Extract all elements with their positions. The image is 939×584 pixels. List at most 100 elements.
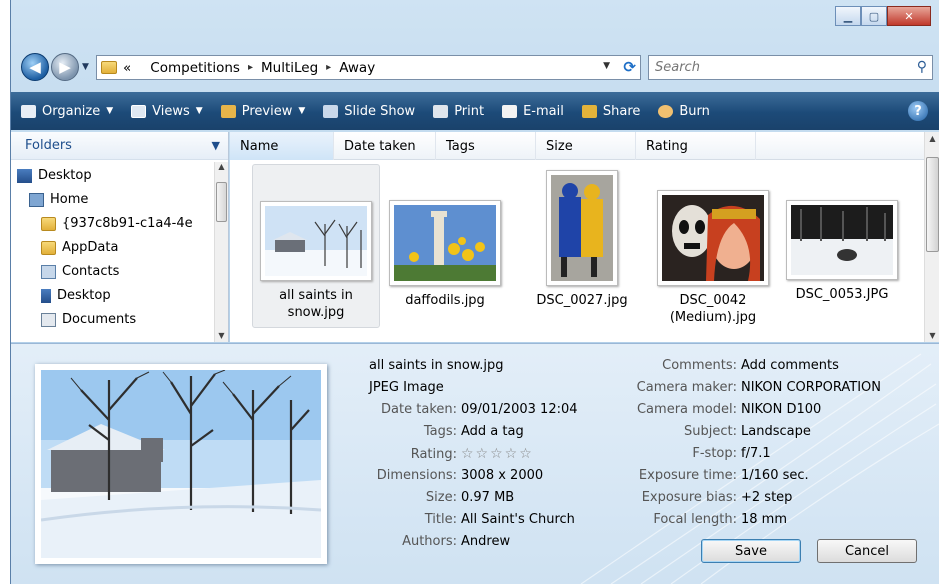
prop-rating[interactable]: Rating: ☆☆☆☆☆ [341,446,534,462]
prop-comments[interactable]: Comments: Add comments [607,358,839,373]
scroll-up-icon[interactable]: ▲ [925,134,939,143]
prop-authors[interactable]: Authors: Andrew [341,534,510,549]
breadcrumb-away[interactable]: Away [339,60,375,76]
file-item[interactable]: daffodils.jpg [385,164,505,309]
rating-stars[interactable]: ☆☆☆☆☆ [461,446,534,462]
chevron-down-icon: ▼ [298,106,306,116]
back-arrow-icon[interactable]: ◀ [21,53,49,81]
slide-show-button[interactable]: Slide Show [323,104,415,119]
file-scroll-thumb[interactable] [926,157,939,252]
address-bar[interactable]: « ▸ Competitions ▸ MultiLeg ▸ Away ▼ ⟳ [96,55,641,80]
cancel-button[interactable]: Cancel [817,539,917,563]
prop-date-taken[interactable]: Date taken: 09/01/2003 12:04 [341,402,578,417]
prop-value[interactable]: Add comments [741,358,839,373]
address-dropdown-icon[interactable]: ▼ [603,61,610,71]
email-button[interactable]: E-mail [502,104,564,119]
organize-button[interactable]: Organize ▼ [21,104,113,119]
search-icon[interactable]: ⚲ [917,59,927,75]
maximize-icon[interactable]: ▢ [861,6,887,26]
prop-value[interactable]: 09/01/2003 12:04 [461,402,578,417]
breadcrumb-overflow[interactable]: « [123,60,131,76]
tree-item-label: Documents [62,312,137,327]
tree-item-label: Contacts [62,264,120,279]
preview-button[interactable]: Preview ▼ [220,104,306,119]
file-item[interactable]: DSC_0053.JPG [782,164,902,303]
file-name: DSC_0042 (Medium).jpg [669,293,757,325]
file-list-pane: Name Date taken Tags Size Rating all sai… [230,132,939,342]
refresh-icon[interactable]: ⟳ [623,58,636,76]
prop-exposure-bias[interactable]: Exposure bias: +2 step [607,490,793,505]
folders-header[interactable]: Folders ▼ [11,132,228,160]
folders-label: Folders [25,138,72,153]
prop-value[interactable]: Landscape [741,424,811,439]
prop-subject[interactable]: Subject: Landscape [607,424,811,439]
column-header-tags[interactable]: Tags [436,132,536,160]
breadcrumb-separator-icon[interactable]: ▸ [248,62,253,73]
prop-f-stop[interactable]: F-stop: f/7.1 [607,446,771,461]
nav-scrollbar[interactable]: ▲ ▼ [214,162,228,342]
minimize-icon[interactable]: ▁ [835,6,861,26]
search-input[interactable] [655,60,895,75]
column-header-rating[interactable]: Rating [636,132,756,160]
prop-label: Dimensions: [376,468,457,483]
forward-arrow-icon[interactable]: ▶ [51,53,79,81]
file-thumbnail [260,201,372,281]
tree-item-contacts[interactable]: Contacts [41,264,119,279]
views-button[interactable]: Views ▼ [131,104,203,119]
prop-tags[interactable]: Tags: Add a tag [341,424,524,439]
file-item[interactable]: DSC_0027.jpg [522,164,642,309]
prop-value[interactable]: 18 mm [741,512,787,527]
prop-value[interactable]: +2 step [741,490,792,505]
breadcrumb-multileg[interactable]: MultiLeg [261,60,318,76]
prop-value[interactable]: 1/160 sec. [741,468,809,483]
tree-item-documents[interactable]: Documents [41,312,136,327]
scroll-up-icon[interactable]: ▲ [215,162,228,171]
prop-label: Size: [425,490,457,505]
scroll-down-icon[interactable]: ▼ [215,331,228,340]
contacts-icon [41,264,56,279]
print-button[interactable]: Print [433,104,484,119]
share-button[interactable]: Share [581,104,640,119]
prop-label: F-stop: [692,446,737,461]
tree-item-guid-folder[interactable]: {937c8b91-c1a4-4e [41,216,193,231]
details-pane: all saints in snow.jpg JPEG Image Date t… [11,343,939,584]
desktop-icon [17,168,32,183]
prop-title[interactable]: Title: All Saint's Church [341,512,575,527]
breadcrumb-separator-icon[interactable]: ▸ [326,62,331,73]
file-item[interactable]: all saints in snow.jpg [252,164,380,328]
burn-button[interactable]: Burn [658,104,710,119]
breadcrumb-competitions[interactable]: Competitions [150,60,240,76]
column-header-date-taken[interactable]: Date taken [334,132,436,160]
scroll-down-icon[interactable]: ▼ [925,331,939,340]
prop-camera-maker[interactable]: Camera maker: NIKON CORPORATION [607,380,881,395]
chevron-down-icon[interactable]: ▼ [212,139,220,152]
help-icon[interactable]: ? [908,101,928,121]
prop-value[interactable]: NIKON CORPORATION [741,380,881,395]
prop-camera-model[interactable]: Camera model: NIKON D100 [607,402,821,417]
file-thumbnail [657,190,769,286]
search-box[interactable]: ⚲ [648,55,933,80]
column-header-name[interactable]: Name [230,132,334,160]
history-dropdown-icon[interactable]: ▼ [82,62,89,72]
tree-item-desktop-sub[interactable]: Desktop [41,288,111,303]
prop-label: Comments: [662,358,737,373]
file-item[interactable]: DSC_0042 (Medium).jpg [653,164,773,326]
prop-label: Rating: [410,447,457,462]
tree-item-appdata[interactable]: AppData [41,240,118,255]
prop-value[interactable]: Add a tag [461,424,524,439]
caption-buttons: ▁ ▢ ✕ [835,6,931,26]
printer-icon [433,104,449,118]
file-scrollbar[interactable]: ▲ ▼ [924,132,939,342]
nav-scroll-thumb[interactable] [216,182,227,222]
prop-value[interactable]: NIKON D100 [741,402,821,417]
prop-focal-length[interactable]: Focal length: 18 mm [607,512,787,527]
column-header-size[interactable]: Size [536,132,636,160]
tree-item-desktop[interactable]: Desktop [17,168,92,183]
prop-value[interactable]: f/7.1 [741,446,771,461]
prop-value[interactable]: All Saint's Church [461,512,575,527]
save-button[interactable]: Save [701,539,801,563]
close-icon[interactable]: ✕ [887,6,931,26]
prop-value[interactable]: Andrew [461,534,510,549]
prop-exposure-time[interactable]: Exposure time: 1/160 sec. [607,468,809,483]
tree-item-home[interactable]: Home [29,192,88,207]
